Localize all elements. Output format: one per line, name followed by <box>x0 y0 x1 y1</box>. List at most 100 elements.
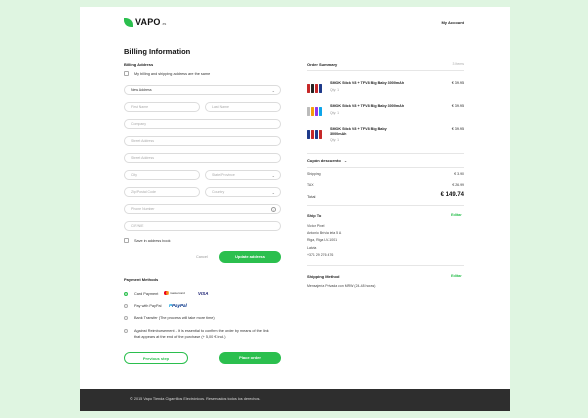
divider <box>307 167 464 168</box>
bank-transfer-label: Bank Transfer (The process will take mor… <box>134 316 215 320</box>
product-qty: Qty: 1 <box>330 88 340 92</box>
divider <box>307 205 464 206</box>
shipping-value: € 3.90 <box>454 172 464 176</box>
state-select-value: State/Province <box>212 173 235 177</box>
product-bottle <box>315 84 318 93</box>
last-name-field[interactable]: Last Name <box>205 102 281 112</box>
info-icon[interactable]: i <box>271 207 276 212</box>
country-select-value: Country <box>212 190 225 194</box>
paypal-label: Pay with PayPal <box>134 304 162 308</box>
coupon-label: Cupón descuento <box>307 158 341 163</box>
brand-logo[interactable]: VAPO .es <box>124 17 166 27</box>
product-bottle <box>319 107 322 116</box>
product-price: € 39.95 <box>451 81 464 85</box>
phone-placeholder: Phone Number <box>131 207 155 211</box>
paypal-radio[interactable] <box>124 304 128 308</box>
product-name: SMOK Stick V8 + TFV8 Big Baby 3000mAh <box>330 104 405 108</box>
reimbursement-label-2: that appears at the end of the purchase … <box>134 335 226 339</box>
brand-tld: .es <box>161 21 167 26</box>
ship-to-heading: Ship To <box>307 213 322 218</box>
product-bottle <box>311 84 314 93</box>
divider <box>307 153 464 154</box>
mastercard-logo: mastercard <box>164 291 185 295</box>
item-count: 3 Items <box>452 62 464 66</box>
product-bottle <box>311 107 314 116</box>
shipping-label: Shipping <box>307 172 321 176</box>
same-address-checkbox[interactable] <box>124 71 129 76</box>
product-name-2: 3000mAh <box>330 132 347 136</box>
visa-logo: VISA <box>198 291 209 296</box>
update-address-button[interactable]: Update address <box>219 251 281 263</box>
cif-field[interactable]: CIF/NIE <box>124 221 281 231</box>
tax-label: TAX <box>307 183 314 187</box>
order-summary-heading: Order Summary <box>307 62 338 67</box>
place-order-button[interactable]: Place order <box>219 352 281 364</box>
product-bottle <box>307 84 310 93</box>
checkout-page: VAPO .es My Account Billing Information … <box>80 7 510 411</box>
leaf-icon <box>124 17 133 27</box>
paypal-logo: PPayPal <box>169 303 187 308</box>
product-qty: Qty: 1 <box>330 138 340 142</box>
total-value: € 149.74 <box>440 192 464 198</box>
payment-methods-heading: Payment Methods <box>124 277 159 282</box>
product-bottle <box>319 130 322 139</box>
address-select-value: New Address <box>131 88 152 92</box>
address-select[interactable]: New Address ⌄ <box>124 85 281 95</box>
product-bottle <box>311 130 314 139</box>
country-select[interactable]: Country ⌄ <box>205 187 281 197</box>
address-line: +371 29 276 476 <box>307 253 334 257</box>
cancel-button[interactable]: Cancel <box>196 255 208 259</box>
address-line: Riga, Riga LV-1001 <box>307 238 338 242</box>
total-label: Total <box>307 194 316 199</box>
billing-address-heading: Billing Address <box>124 62 154 67</box>
card-payment-label: Card Payment <box>134 292 159 296</box>
first-name-field[interactable]: First Name <box>124 102 200 112</box>
edit-ship-to-link[interactable]: Editar <box>451 213 462 217</box>
my-account-link[interactable]: My Account <box>441 20 464 25</box>
edit-shipping-method-link[interactable]: Editar <box>451 274 462 278</box>
phone-field[interactable]: Phone Number i <box>124 204 281 214</box>
product-price: € 39.95 <box>451 104 464 108</box>
chevron-down-icon: ⌄ <box>271 190 275 195</box>
mastercard-text: mastercard <box>169 291 185 295</box>
product-name: SMOK Stick V8 + TFV8 Big Baby 3000mAh <box>330 81 405 85</box>
divider <box>307 70 464 71</box>
brand-name: VAPO <box>135 17 161 27</box>
chevron-down-icon: ⌄ <box>271 88 275 93</box>
product-bottle <box>307 107 310 116</box>
header: VAPO .es My Account <box>80 7 510 33</box>
product-bottle <box>307 130 310 139</box>
divider <box>307 265 464 266</box>
address-line: Antonio Brívia iela 5 A <box>307 231 342 235</box>
product-image <box>307 104 325 116</box>
product-bottle <box>319 84 322 93</box>
footer-copyright: © 2015 Vapo Tienda Cigarrillos Electróni… <box>130 397 261 401</box>
city-field[interactable]: City <box>124 170 200 180</box>
state-select[interactable]: State/Province ⌄ <box>205 170 281 180</box>
address-line: Victor Pixel <box>307 224 325 228</box>
paypal-text: PayPal <box>172 303 187 308</box>
street-address-1-field[interactable]: Street Address <box>124 136 281 146</box>
company-field[interactable]: Company <box>124 119 281 129</box>
product-image <box>307 81 325 93</box>
save-address-checkbox[interactable] <box>124 238 129 243</box>
card-payment-radio[interactable] <box>124 292 128 296</box>
product-image <box>307 127 325 139</box>
product-bottle <box>315 130 318 139</box>
product-bottle <box>315 107 318 116</box>
street-address-2-field[interactable]: Street Address <box>124 153 281 163</box>
chevron-down-icon: ⌄ <box>271 173 275 178</box>
product-price: € 39.95 <box>451 127 464 131</box>
page-title: Billing Information <box>124 47 191 56</box>
previous-step-button[interactable]: Previous step <box>124 352 188 364</box>
product-name: SMOK Stick V8 + TFV8 Big Baby <box>330 127 387 131</box>
bank-transfer-radio[interactable] <box>124 316 128 320</box>
address-line: Latvia <box>307 246 317 250</box>
zip-field[interactable]: Zip/Postal Code <box>124 187 200 197</box>
shipping-method-value: Mensajería Privada con MRW (24-48 horas) <box>307 284 376 288</box>
footer: © 2015 Vapo Tienda Cigarrillos Electróni… <box>80 389 510 411</box>
coupon-toggle[interactable]: Cupón descuento ⌄ <box>307 158 347 163</box>
reimbursement-radio[interactable] <box>124 329 128 333</box>
shipping-method-heading: Shipping Method <box>307 274 340 279</box>
same-address-label: My billing and shipping address are the … <box>134 72 211 76</box>
